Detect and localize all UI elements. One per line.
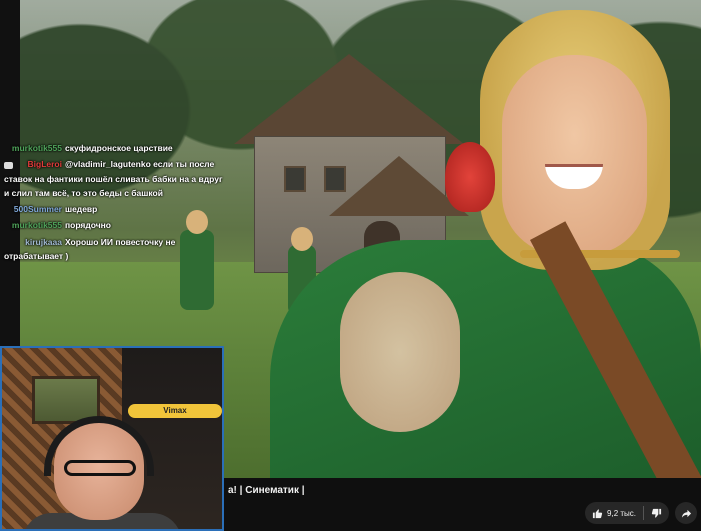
action-buttons: 9,2 тыс. xyxy=(585,502,697,526)
chat-message: murkotik555 порядочно xyxy=(0,217,232,233)
chat-message: BigLeroi @vladimir_lagutenko если ты посл… xyxy=(0,156,232,201)
like-dislike-group: 9,2 тыс. xyxy=(585,502,669,524)
like-count: 9,2 тыс. xyxy=(607,508,636,518)
elf-character xyxy=(270,10,701,478)
chat-message: 500Summer шедевр xyxy=(0,201,232,217)
share-button[interactable] xyxy=(675,502,697,524)
chat-message: murkotik555 скуфидронское царствие xyxy=(0,140,232,156)
thumbs-up-icon xyxy=(592,508,603,518)
chat-username[interactable]: murkotik555 xyxy=(4,218,62,232)
like-button[interactable]: 9,2 тыс. xyxy=(585,502,643,524)
chat-text: скуфидронское царствие xyxy=(65,143,173,153)
chat-overlay: murkotik555 скуфидронское царствие BigLero… xyxy=(0,140,232,264)
video-title[interactable]: а! | Синематик | xyxy=(228,485,305,496)
chat-text: порядочно xyxy=(65,220,112,231)
chat-username[interactable]: murkotik555 xyxy=(4,141,62,155)
dislike-button[interactable] xyxy=(644,502,669,524)
shelf-logo: Vimax xyxy=(128,404,222,418)
chat-username[interactable]: 500Summer xyxy=(4,202,62,216)
chat-message: kirujkaaa Хорошо ИИ повесточку не отрабат… xyxy=(0,234,232,265)
share-icon xyxy=(681,509,691,518)
thumbs-down-icon xyxy=(651,508,662,518)
chat-badge-icon xyxy=(4,161,13,169)
chat-username[interactable]: kirujkaaa xyxy=(4,235,62,249)
webcam-overlay: Vimax xyxy=(0,346,224,531)
glasses xyxy=(64,460,136,476)
chat-text: шедевр xyxy=(65,204,98,215)
video-info-bar: а! | Синематик | 9,2 тыс. xyxy=(224,478,701,531)
chat-username[interactable]: BigLeroi xyxy=(16,157,62,171)
